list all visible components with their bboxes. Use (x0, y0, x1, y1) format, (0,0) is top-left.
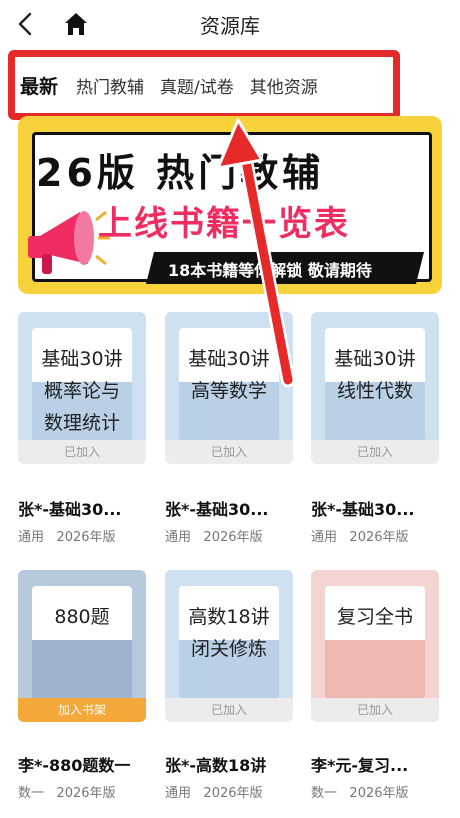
book-card[interactable]: 高数18讲 闭关修炼 已加入 (165, 570, 293, 722)
back-button[interactable] (14, 10, 38, 38)
book-card[interactable]: 基础30讲 线性代数 已加入 (311, 312, 439, 464)
book-meta: 数一 2026年版 (311, 786, 409, 801)
tab-past-papers[interactable]: 真题/试卷 (160, 73, 234, 98)
book-card[interactable]: 复习全书 已加入 (311, 570, 439, 722)
category-tabs: 最新 热门教辅 真题/试卷 其他资源 (20, 68, 334, 102)
book-cover: 基础30讲 线性代数 (325, 328, 425, 442)
book-title[interactable]: 张*-基础30... (18, 496, 122, 520)
banner-subheadline: 上线书籍一览表 (98, 204, 350, 244)
book-meta: 数一 2026年版 (18, 786, 116, 801)
added-badge: 已加入 (165, 440, 293, 464)
book-card[interactable]: 基础30讲 概率论与 数理统计 已加入 (18, 312, 146, 464)
added-badge: 已加入 (165, 698, 293, 722)
tab-hot-materials[interactable]: 热门教辅 (76, 73, 144, 98)
megaphone-icon (28, 210, 110, 274)
book-meta: 通用 2026年版 (165, 530, 263, 545)
added-badge: 已加入 (18, 440, 146, 464)
book-cover: 复习全书 (325, 586, 425, 700)
add-to-shelf-button[interactable]: 加入书架 (18, 698, 146, 722)
back-arrow-icon (18, 12, 32, 36)
book-meta: 通用 2026年版 (311, 530, 409, 545)
book-cover: 880题 (32, 586, 132, 700)
book-title[interactable]: 李*元-复习... (311, 752, 408, 776)
added-badge: 已加入 (311, 440, 439, 464)
tab-latest[interactable]: 最新 (20, 72, 58, 99)
book-cover: 基础30讲 高等数学 (179, 328, 279, 442)
book-title[interactable]: 张*-基础30... (165, 496, 269, 520)
book-title[interactable]: 张*-高数18讲 (165, 752, 266, 776)
tab-other-resources[interactable]: 其他资源 (250, 73, 318, 98)
book-meta: 通用 2026年版 (18, 530, 116, 545)
book-card[interactable]: 基础30讲 高等数学 已加入 (165, 312, 293, 464)
banner-headline: 26版 热门教辅 (36, 151, 325, 195)
book-cover: 基础30讲 概率论与 数理统计 (32, 328, 132, 442)
book-title[interactable]: 李*-880题数一 (18, 752, 130, 776)
banner-caption: 18本书籍等你解锁 敬请期待 (168, 261, 372, 280)
added-badge: 已加入 (311, 698, 439, 722)
home-icon (65, 13, 87, 35)
book-meta: 通用 2026年版 (165, 786, 263, 801)
home-button[interactable] (62, 10, 90, 38)
book-card[interactable]: 880题 加入书架 (18, 570, 146, 722)
book-title[interactable]: 张*-基础30... (311, 496, 415, 520)
book-cover: 高数18讲 闭关修炼 (179, 586, 279, 700)
top-bar: 资源库 (0, 0, 460, 48)
